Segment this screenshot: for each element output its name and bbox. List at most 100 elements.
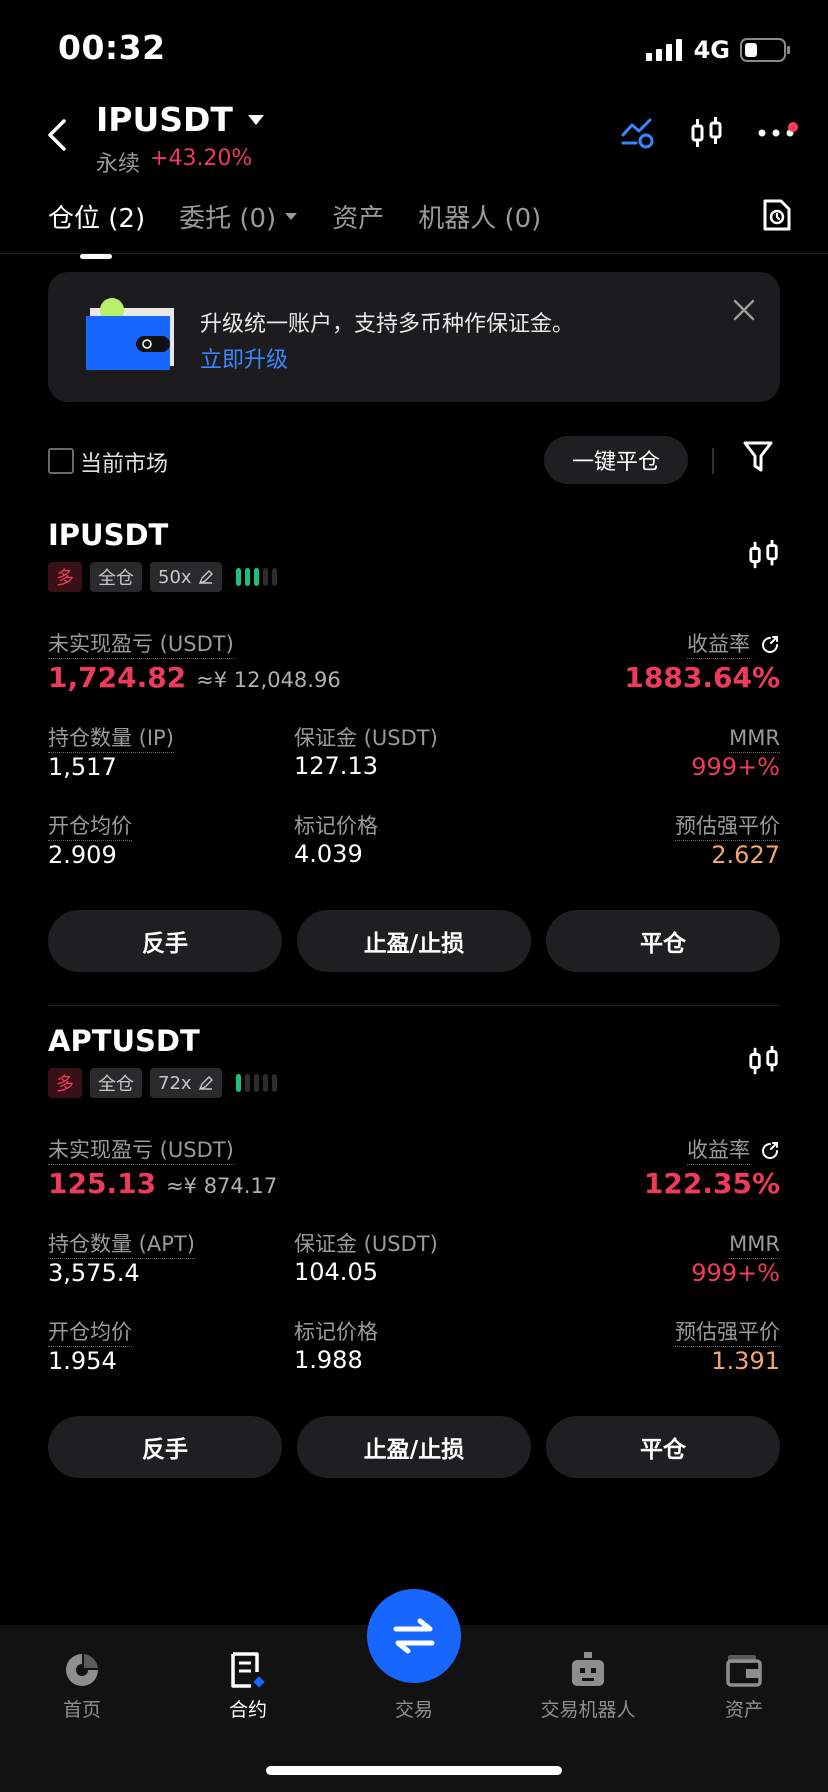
- mmr-label[interactable]: MMR: [729, 724, 780, 753]
- margin-mode-badge: 全仓: [90, 562, 142, 592]
- upgrade-link[interactable]: 立即升级: [200, 342, 288, 374]
- position-qty-value: 1,517: [48, 753, 117, 781]
- wallet-illustration-icon: [86, 298, 174, 370]
- liq-price-label[interactable]: 预估强平价: [675, 1318, 780, 1347]
- unrealized-pnl-value: 125.13: [48, 1167, 157, 1200]
- risk-bar: [262, 568, 268, 586]
- risk-bar: [244, 568, 250, 586]
- chart-button[interactable]: [748, 1044, 780, 1078]
- position-qty-label[interactable]: 持仓数量 (APT): [48, 1230, 195, 1259]
- unrealized-pnl-label[interactable]: 未实现盈亏 (USDT): [48, 630, 234, 659]
- current-market-label: 当前市场: [80, 452, 169, 477]
- entry-price-value: 1.954: [48, 1347, 117, 1375]
- unrealized-pnl-value: 1,724.82: [48, 661, 187, 694]
- share-icon[interactable]: [760, 635, 780, 655]
- header-actions: [620, 116, 798, 150]
- roe-value: 122.35%: [643, 1167, 780, 1200]
- position-symbol[interactable]: IPUSDT: [48, 518, 168, 552]
- close-icon: [733, 299, 755, 321]
- reverse-button[interactable]: 反手: [48, 910, 282, 972]
- risk-bar: [235, 1074, 241, 1092]
- leverage-badge[interactable]: 72x: [150, 1068, 222, 1098]
- risk-bar: [235, 568, 241, 586]
- mark-price-value: 1.988: [294, 1346, 363, 1374]
- filter-icon: [743, 441, 773, 472]
- position-qty-label[interactable]: 持仓数量 (IP): [48, 724, 174, 753]
- contract-icon: [231, 1652, 265, 1688]
- history-document-icon: [763, 199, 791, 231]
- filter-button[interactable]: [742, 440, 774, 474]
- more-button[interactable]: [758, 122, 798, 138]
- tp-sl-button[interactable]: 止盈/止损: [297, 910, 531, 972]
- nav-assets[interactable]: 资产: [684, 1645, 804, 1722]
- chevron-left-icon: [48, 119, 66, 151]
- battery-icon: [740, 38, 790, 62]
- tab-label: 机器人 (0): [418, 204, 542, 234]
- nav-label: 首页: [62, 1699, 101, 1721]
- mark-price-label: 标记价格: [294, 1320, 378, 1344]
- nav-trading-bot[interactable]: 交易机器人: [520, 1645, 656, 1722]
- position-card: IPUSDT 多 全仓 50x 未实现盈亏 (USDT) 1,724.82 ≈¥ …: [0, 518, 828, 1018]
- close-position-button[interactable]: 平仓: [546, 910, 780, 972]
- banner-message: 升级统一账户，支持多币种作保证金。: [200, 312, 575, 337]
- mmr-value: 999+%: [691, 753, 780, 781]
- roe-value: 1883.64%: [624, 661, 780, 694]
- risk-level-bars: [235, 568, 277, 586]
- entry-price-label[interactable]: 开仓均价: [48, 812, 132, 841]
- nav-home[interactable]: 首页: [22, 1645, 142, 1722]
- tab-assets[interactable]: 资产: [332, 198, 384, 235]
- risk-level-bars: [235, 1074, 277, 1092]
- reverse-button[interactable]: 反手: [48, 1416, 282, 1478]
- unrealized-pnl-cny: ≈¥ 12,048.96: [196, 668, 341, 692]
- liq-price-value: 1.391: [711, 1347, 780, 1375]
- current-market-checkbox[interactable]: [48, 448, 74, 474]
- mmr-value: 999+%: [691, 1259, 780, 1287]
- edit-pencil-icon: [198, 570, 213, 585]
- tab-bar: 仓位 (2) 委托 (0) 资产 机器人 (0): [48, 198, 541, 259]
- share-icon[interactable]: [760, 1141, 780, 1161]
- roe-label[interactable]: 收益率: [687, 1136, 750, 1165]
- entry-price-label[interactable]: 开仓均价: [48, 1318, 132, 1347]
- tab-positions[interactable]: 仓位 (2): [48, 198, 146, 259]
- banner-close-button[interactable]: [732, 298, 756, 322]
- contract-type: 永续: [96, 152, 141, 177]
- mmr-label[interactable]: MMR: [729, 1230, 780, 1259]
- close-position-button[interactable]: 平仓: [546, 1416, 780, 1478]
- home-icon: [66, 1654, 98, 1686]
- back-button[interactable]: [46, 118, 68, 152]
- symbol-title: IPUSDT: [96, 100, 233, 139]
- history-button[interactable]: [762, 198, 792, 232]
- nav-label: 交易机器人: [540, 1699, 636, 1721]
- roe-label[interactable]: 收益率: [687, 630, 750, 659]
- close-all-button[interactable]: 一键平仓: [544, 436, 688, 484]
- risk-bar: [271, 568, 277, 586]
- unrealized-pnl-label[interactable]: 未实现盈亏 (USDT): [48, 1136, 234, 1165]
- robot-icon: [572, 1652, 604, 1686]
- candlestick-icon: [749, 1045, 778, 1075]
- tab-label: 仓位 (2): [48, 204, 146, 234]
- margin-label: 保证金 (USDT): [294, 1232, 438, 1256]
- strategy-chart-icon[interactable]: [620, 117, 656, 149]
- leverage-badge[interactable]: 50x: [150, 562, 222, 592]
- position-tags: 多 全仓 72x: [48, 1068, 277, 1098]
- margin-value: 104.05: [294, 1258, 378, 1286]
- side-badge: 多: [48, 1068, 82, 1098]
- network-label: 4G: [693, 36, 730, 64]
- tab-bots[interactable]: 机器人 (0): [418, 198, 541, 235]
- position-symbol[interactable]: APTUSDT: [48, 1024, 200, 1058]
- mark-price-value: 4.039: [294, 840, 363, 868]
- caret-down-icon: [247, 114, 264, 125]
- liq-price-label[interactable]: 预估强平价: [675, 812, 780, 841]
- nav-label: 合约: [228, 1699, 267, 1721]
- tp-sl-button[interactable]: 止盈/止损: [297, 1416, 531, 1478]
- nav-contract[interactable]: 合约: [188, 1645, 308, 1722]
- nav-label: 资产: [724, 1699, 763, 1721]
- upgrade-banner[interactable]: 升级统一账户，支持多币种作保证金。 立即升级: [48, 272, 780, 402]
- trade-fab-button[interactable]: [367, 1589, 461, 1683]
- edit-pencil-icon: [198, 1076, 213, 1091]
- nav-trade[interactable]: 交易: [354, 1695, 474, 1722]
- symbol-selector[interactable]: IPUSDT: [96, 100, 265, 139]
- tab-orders[interactable]: 委托 (0): [179, 198, 298, 235]
- candlestick-icon[interactable]: [690, 116, 724, 150]
- chart-button[interactable]: [748, 538, 780, 572]
